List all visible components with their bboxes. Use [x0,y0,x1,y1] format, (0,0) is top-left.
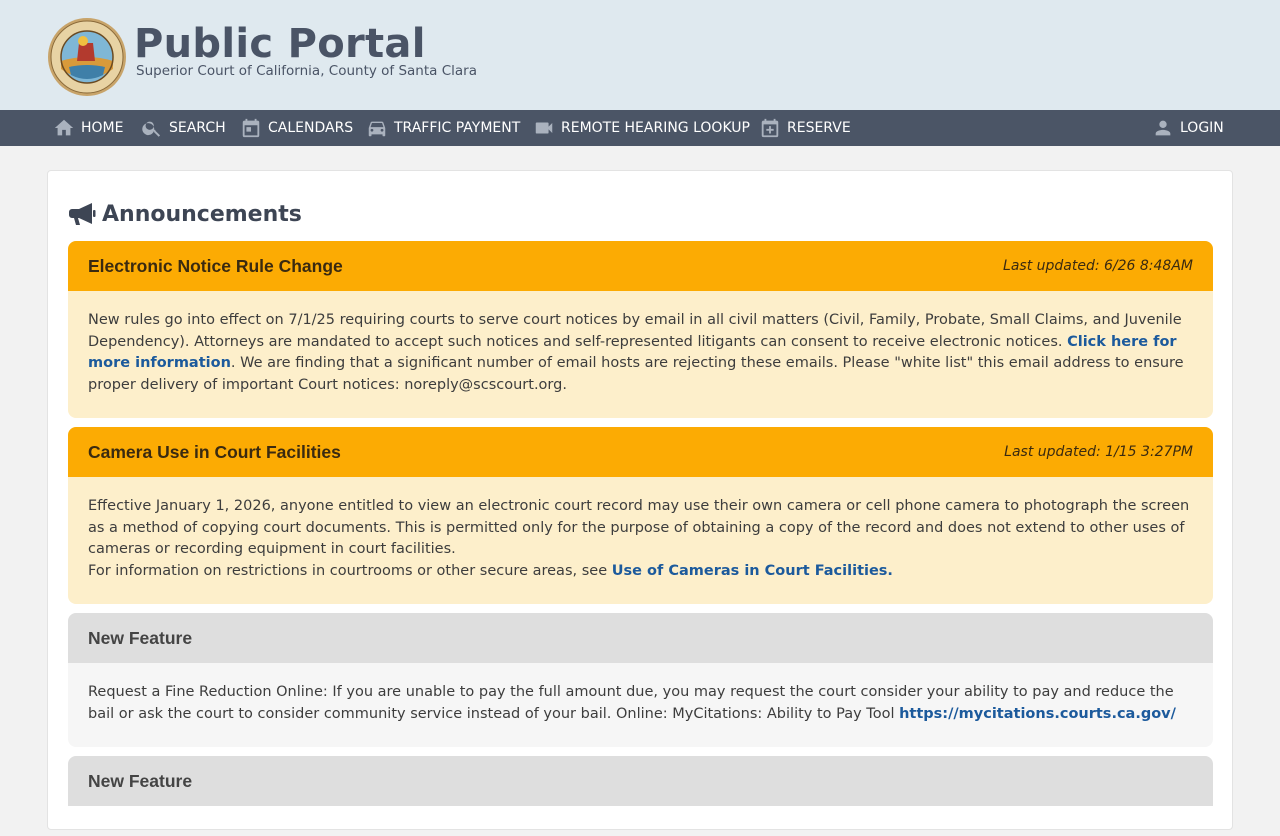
announcement-body: Request a Fine Reduction Online: If you … [68,663,1213,747]
nav-item-home[interactable]: HOME [53,110,123,146]
announcement-text-line: For information on restrictions in court… [88,561,1193,583]
announcement-title: Camera Use in Court Facilities [88,441,341,462]
nav-label: RESERVE [787,120,851,136]
announcement-body: Effective January 1, 2026, anyone entitl… [68,477,1213,604]
nav-item-reserve[interactable]: RESERVE [759,110,851,146]
announcement-text: For information on restrictions in court… [88,562,612,579]
announcement-panel: New Feature Request a Fine Reduction Onl… [68,613,1213,747]
court-seal-logo[interactable] [47,17,127,97]
announcement-header: Electronic Notice Rule Change Last updat… [68,241,1213,291]
megaphone-icon [69,203,96,225]
nav-item-login[interactable]: LOGIN [1152,110,1224,146]
announcement-title: Electronic Notice Rule Change [88,255,343,276]
nav-item-traffic-payment[interactable]: TRAFFIC PAYMENT [366,110,520,146]
video-camera-icon [535,122,553,134]
nav-label: REMOTE HEARING LOOKUP [561,120,750,136]
announcement-header: New Feature [68,613,1213,663]
home-icon [54,119,74,136]
page-subtitle: Superior Court of California, County of … [136,63,477,79]
search-icon [142,121,161,137]
nav-label: TRAFFIC PAYMENT [394,120,521,136]
cameras-policy-link[interactable]: Use of Cameras in Court Facilities. [612,563,893,579]
announcement-updated: Last updated: 6/26 8:48AM [1003,258,1193,274]
announcements-card: Announcements Electronic Notice Rule Cha… [47,170,1233,830]
announcement-title: New Feature [88,627,193,648]
nav-item-remote-hearing-lookup[interactable]: REMOTE HEARING LOOKUP [533,110,750,146]
nav-label: SEARCH [169,120,226,136]
announcement-body: New rules go into effect on 7/1/25 requi… [68,291,1213,418]
user-icon [1155,120,1171,136]
site-header: Public Portal Superior Court of Californ… [0,0,1280,110]
announcements-heading: Announcements [68,201,302,227]
nav-label: CALENDARS [268,120,354,136]
announcement-text: New rules go into effect on 7/1/25 requi… [88,312,1182,350]
nav-label: LOGIN [1180,120,1224,136]
calendar-icon [242,118,260,138]
announcement-panel: New Feature [68,756,1213,836]
calendar-plus-icon [761,118,779,138]
announcement-text: . We are finding that a significant numb… [88,355,1184,393]
announcement-header: New Feature [68,756,1213,806]
announcement-header: Camera Use in Court Facilities Last upda… [68,427,1213,477]
main-nav: HOME SEARCH CALENDARS TRAFFIC PAYMENT RE… [0,110,1280,146]
announcement-panel: Camera Use in Court Facilities Last upda… [68,427,1213,604]
announcements-title: Announcements [102,201,302,227]
nav-label: HOME [81,120,124,136]
nav-item-search[interactable]: SEARCH [141,110,226,146]
mycitations-link[interactable]: https://mycitations.courts.ca.gov/ [899,706,1176,722]
announcement-title: New Feature [88,770,193,791]
nav-item-calendars[interactable]: CALENDARS [240,110,353,146]
announcement-text: Effective January 1, 2026, anyone entitl… [88,498,1190,557]
car-icon [368,121,386,137]
announcement-panel: Electronic Notice Rule Change Last updat… [68,241,1213,418]
announcement-updated: Last updated: 1/15 3:27PM [1004,444,1193,460]
page-title: Public Portal [134,21,426,67]
